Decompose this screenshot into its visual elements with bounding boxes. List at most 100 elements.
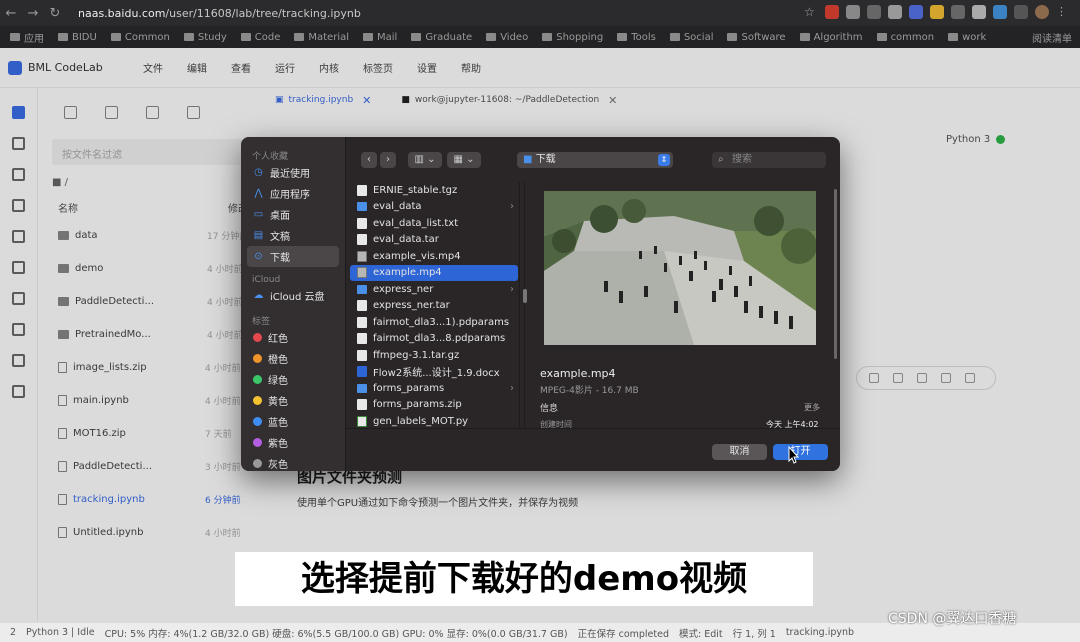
comment-icon[interactable] [917,373,927,383]
dialog-file-row[interactable]: ffmpeg-3.1.tar.gz [350,347,518,364]
extension-icon[interactable] [930,5,944,19]
dialog-file-row[interactable]: forms_params.zip [350,397,518,414]
tab-terminal[interactable]: ■ work@jupyter-11608: ~/PaddleDetection ✕ [401,94,617,107]
dialog-file-row[interactable]: express_ner › [350,281,518,298]
sidebar-item-desktop[interactable]: ▭ 桌面 [247,204,339,225]
extension-icon[interactable] [1014,5,1028,19]
extensions-icon[interactable] [12,261,25,274]
sidebar-item-downloads[interactable]: ⊙ 下载 [247,246,339,267]
extension-icon[interactable] [951,5,965,19]
extension-icon[interactable] [867,5,881,19]
menu-tabs[interactable]: 标签页 [363,60,393,75]
file-row[interactable]: PaddleDetecti... 4 小时前 [40,285,270,318]
bookmark-folder[interactable]: work [948,32,986,43]
profile-avatar-icon[interactable] [1035,5,1049,19]
back-button[interactable]: ‹ [361,152,377,168]
menu-run[interactable]: 运行 [275,60,295,75]
chip-icon[interactable] [12,385,25,398]
extension-icon[interactable] [846,5,860,19]
menu-edit[interactable]: 编辑 [187,60,207,75]
bookmark-folder[interactable]: BIDU [58,32,97,43]
bookmark-folder[interactable]: Video [486,32,528,43]
image-icon[interactable] [12,323,25,336]
sidebar-tag-item[interactable]: 红色 [247,327,339,348]
file-row[interactable]: tracking.ipynb 6 分钟前 [40,483,270,516]
extension-icon[interactable] [825,5,839,19]
dialog-file-row[interactable]: eval_data › [350,199,518,216]
dialog-file-row[interactable]: express_ner.tar [350,298,518,315]
dialog-file-row[interactable]: example_vis.mp4 [350,248,518,265]
sidebar-tag-item[interactable]: 橙色 [247,348,339,369]
sidebar-tag-item[interactable]: 蓝色 [247,411,339,432]
location-dropdown[interactable]: ■ 下载 ⇕ [517,152,673,168]
dialog-file-row[interactable]: example.mp4 [350,264,518,281]
bookmark-icon[interactable] [941,373,951,383]
file-row[interactable]: demo 4 小时前 [40,252,270,285]
sidebar-item-applications[interactable]: ⋀ 应用程序 [247,183,339,204]
column-scrollbar[interactable] [523,289,527,303]
dialog-file-row[interactable]: eval_data_list.txt [350,215,518,232]
sidebar-tag-item[interactable]: 灰色 [247,453,339,471]
file-row[interactable]: PretrainedMo... 4 小时前 [40,318,270,351]
sidebar-tag-item[interactable]: 紫色 [247,432,339,453]
sidebar-item-icloud-drive[interactable]: ☁ iCloud 云盘 [247,285,339,306]
close-icon[interactable]: ✕ [608,94,617,107]
file-row[interactable]: Untitled.ipynb 4 小时前 [40,516,270,549]
reading-list[interactable]: 阅读清单 [1032,30,1072,45]
bookmark-folder[interactable]: Study [183,32,227,43]
file-row[interactable]: PaddleDetecti... 3 小时前 [40,450,270,483]
reload-icon[interactable]: ↻ [44,6,66,21]
extension-icon[interactable] [888,5,902,19]
new-folder-icon[interactable] [105,106,118,119]
url-field[interactable]: naas.baidu.com/user/11608/lab/tree/track… [78,7,361,20]
upload-icon[interactable] [146,106,159,119]
dialog-file-row[interactable]: fairmot_dla3...8.pdparams [350,331,518,348]
file-filter-input[interactable]: 按文件名过滤 [52,139,252,165]
commands-icon[interactable] [12,168,25,181]
dialog-file-row[interactable]: Flow2系统...设计_1.9.docx [350,364,518,381]
menu-settings[interactable]: 设置 [417,60,437,75]
menu-kernel[interactable]: 内核 [319,60,339,75]
file-row[interactable]: MOT16.zip 7 天前 [40,417,270,450]
forward-icon[interactable]: → [22,6,44,21]
back-icon[interactable]: ← [0,6,22,21]
sidebar-tag-item[interactable]: 绿色 [247,369,339,390]
breadcrumb[interactable]: ■ / [52,177,270,188]
dialog-file-row[interactable]: eval_data.tar [350,232,518,249]
refresh-icon[interactable] [187,106,200,119]
preview-scrollbar[interactable] [834,189,837,359]
close-icon[interactable]: ✕ [362,94,371,107]
tab-tracking[interactable]: ▣ tracking.ipynb ✕ [275,94,371,107]
more-menu-icon[interactable]: ⋮ [1056,5,1070,19]
menu-view[interactable]: 查看 [231,60,251,75]
file-row[interactable]: main.ipynb 4 小时前 [40,384,270,417]
layers-icon[interactable] [12,292,25,305]
bookmark-folder[interactable]: Software [727,32,786,43]
extension-icon[interactable] [972,5,986,19]
sidebar-item-documents[interactable]: ▤ 文稿 [247,225,339,246]
menu-file[interactable]: 文件 [143,60,163,75]
bookmark-folder[interactable]: Code [240,32,280,43]
extension-icon[interactable] [993,5,1007,19]
dialog-search-input[interactable]: ⌕ 搜索 [712,152,826,168]
bookmark-folder[interactable]: Social [669,32,713,43]
copy-icon[interactable] [893,373,903,383]
bookmark-star-icon[interactable]: ☆ [804,5,818,19]
sidebar-tag-item[interactable]: 黄色 [247,390,339,411]
column-name[interactable]: 名称 [58,200,78,215]
cancel-button[interactable]: 取消 [712,444,767,460]
bookmark-folder[interactable]: Tools [617,32,656,43]
new-launcher-icon[interactable] [64,106,77,119]
group-button[interactable]: ▦ ⌄ [447,152,481,168]
view-mode-button[interactable]: ▥ ⌄ [408,152,442,168]
bookmark-folder[interactable]: Mail [363,32,397,43]
bookmark-folder[interactable]: Material [294,32,349,43]
menu-help[interactable]: 帮助 [461,60,481,75]
kernel-indicator[interactable]: Python 3 [946,134,1006,145]
running-icon[interactable] [12,137,25,150]
dialog-file-row[interactable]: forms_params › [350,380,518,397]
file-row[interactable]: data 17 分钟前 [40,219,270,252]
settings-icon[interactable] [12,354,25,367]
inbox-icon[interactable] [12,230,25,243]
bookmark-folder[interactable]: Algorithm [799,32,863,43]
